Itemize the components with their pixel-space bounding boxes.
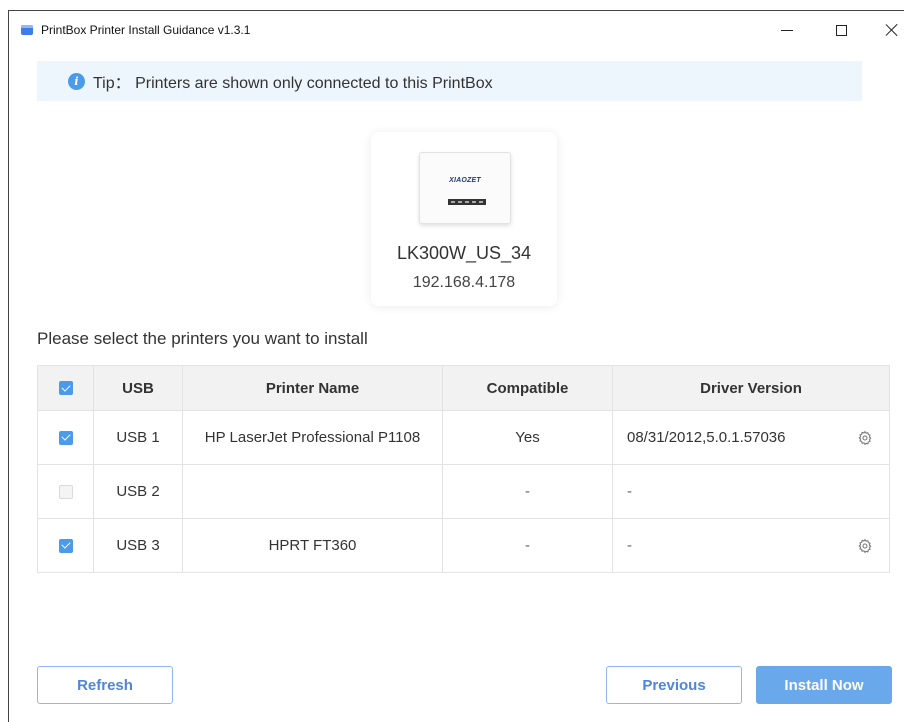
driver-version-text: - [627, 537, 632, 554]
table-row: USB 3 HPRT FT360 - - [38, 518, 889, 572]
driver-version-cell: 08/31/2012,5.0.1.57036 [612, 411, 889, 464]
tip-banner: i Tip： Printers are shown only connected… [37, 61, 862, 101]
select-printers-label: Please select the printers you want to i… [37, 329, 368, 348]
table-row: USB 1 HP LaserJet Professional P1108 Yes… [38, 410, 889, 464]
compatible-cell: - [442, 519, 612, 572]
row-checkbox[interactable] [58, 484, 73, 499]
tip-text: Tip： Printers are shown only connected t… [93, 75, 493, 92]
install-now-button[interactable]: Install Now [756, 666, 892, 704]
usb-port-cell: USB 3 [93, 519, 182, 572]
settings-gear-icon[interactable] [857, 430, 873, 446]
device-name: LK300W_US_34 [396, 243, 532, 263]
maximize-icon [835, 24, 847, 36]
printer-name-cell: HPRT FT360 [182, 519, 442, 572]
row-checkbox[interactable] [58, 538, 73, 553]
printer-name-cell: HP LaserJet Professional P1108 [182, 411, 442, 464]
app-icon [21, 25, 33, 35]
select-all-checkbox[interactable] [58, 381, 73, 395]
device-logo: XIAOZET [449, 177, 481, 184]
table-header-row: USB Printer Name Compatible Driver Versi… [38, 366, 889, 410]
settings-gear-icon[interactable] [857, 538, 873, 554]
header-checkbox-cell [38, 366, 93, 410]
header-printer-name: Printer Name [182, 366, 442, 410]
app-window: PrintBox Printer Install Guidance v1.3.1… [8, 10, 904, 722]
previous-button[interactable]: Previous [606, 666, 742, 704]
compatible-cell: Yes [442, 411, 612, 464]
driver-version-text: - [627, 483, 632, 500]
info-icon: i [68, 72, 85, 90]
usb-port-cell: USB 1 [93, 411, 182, 464]
refresh-button[interactable]: Refresh [37, 666, 173, 704]
maximize-button[interactable] [826, 17, 856, 43]
usb-port-cell: USB 2 [93, 465, 182, 518]
device-ports [448, 199, 486, 205]
header-usb: USB [93, 366, 182, 410]
close-button[interactable] [877, 17, 904, 43]
row-checkbox-cell [38, 465, 93, 518]
driver-version-cell: - [612, 465, 889, 518]
row-checkbox[interactable] [58, 430, 73, 445]
printbox-device-image: XIAOZET [419, 152, 511, 224]
minimize-icon [781, 29, 793, 31]
title-bar: PrintBox Printer Install Guidance v1.3.1 [9, 11, 904, 49]
row-checkbox-cell [38, 519, 93, 572]
row-checkbox-cell [38, 411, 93, 464]
header-compatible: Compatible [442, 366, 612, 410]
compatible-cell: - [442, 465, 612, 518]
minimize-button[interactable] [772, 17, 802, 43]
close-icon [885, 23, 899, 37]
device-ip: 192.168.4.178 [412, 274, 516, 291]
device-card: XIAOZET LK300W_US_34 192.168.4.178 [371, 132, 557, 306]
header-driver-version: Driver Version [612, 366, 889, 410]
table-row: USB 2 - - [38, 464, 889, 518]
driver-version-text: 08/31/2012,5.0.1.57036 [627, 429, 786, 446]
driver-version-cell: - [612, 519, 889, 572]
printer-table: USB Printer Name Compatible Driver Versi… [37, 365, 890, 573]
printer-name-cell [182, 465, 442, 518]
window-title: PrintBox Printer Install Guidance v1.3.1 [41, 23, 251, 37]
